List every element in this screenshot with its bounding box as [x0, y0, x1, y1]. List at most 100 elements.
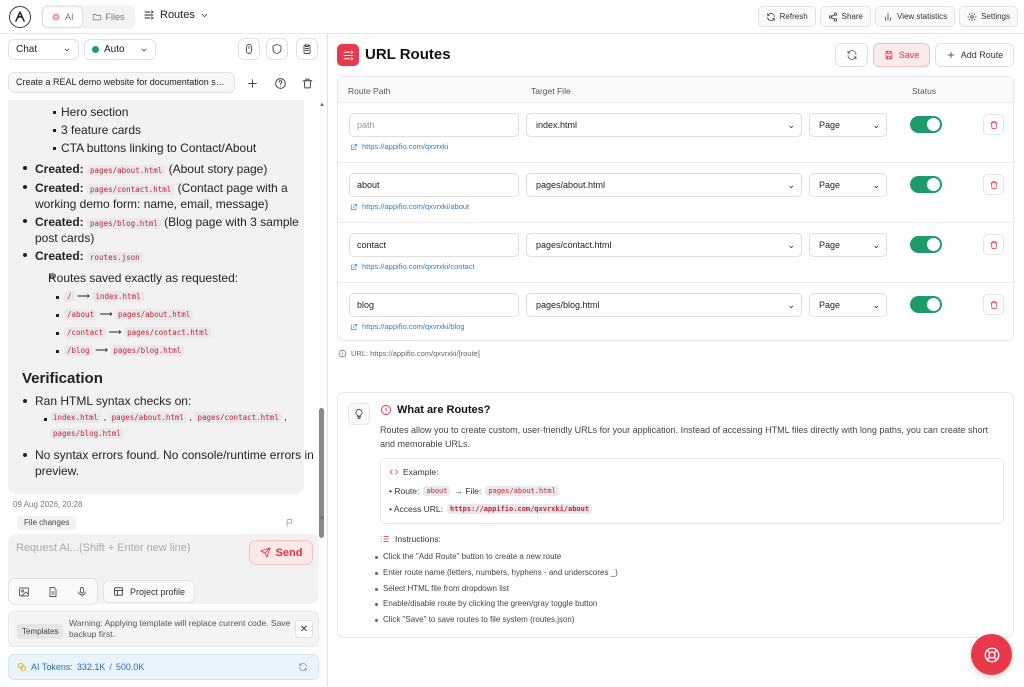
- mouse-icon[interactable]: [238, 38, 260, 60]
- clipboard-icon[interactable]: [296, 38, 318, 60]
- lightbulb-icon: [348, 403, 370, 425]
- close-icon[interactable]: ✕: [295, 620, 313, 638]
- flag-icon[interactable]: [285, 518, 295, 528]
- help-icon[interactable]: [271, 74, 289, 92]
- trash-icon[interactable]: [983, 294, 1004, 315]
- save-button[interactable]: Save: [873, 43, 930, 67]
- routes-panel: URL Routes Save Add Route Route Path Tar…: [328, 34, 1024, 687]
- scroll-down-icon[interactable]: ▼: [319, 516, 325, 522]
- scroll-up-icon[interactable]: ▲: [319, 102, 325, 108]
- route-url-link[interactable]: https://appifio.com/qxvrxki/contact: [350, 262, 475, 271]
- route-map-item: / ⟶ index.html: [64, 291, 144, 302]
- status-toggle[interactable]: [910, 116, 942, 133]
- external-link-icon: [350, 323, 358, 331]
- list-item-continued: working demo form: name, email, message): [35, 197, 269, 211]
- send-button[interactable]: Send: [249, 540, 313, 565]
- route-type-select[interactable]: Page ⌄: [809, 113, 887, 137]
- route-path-input[interactable]: blog: [349, 293, 519, 317]
- route-type-select[interactable]: Page ⌄: [809, 293, 887, 317]
- routes-menu[interactable]: Routes: [143, 9, 209, 21]
- route-path-code: /about: [64, 309, 98, 320]
- status-toggle[interactable]: [910, 176, 942, 193]
- route-path-input[interactable]: path: [349, 113, 519, 137]
- target-file-value: pages/blog.html: [536, 300, 600, 310]
- share-button[interactable]: Share: [819, 6, 871, 27]
- document-icon[interactable]: [38, 579, 67, 604]
- templates-badge[interactable]: Templates: [17, 624, 64, 639]
- created-label: Created:: [35, 215, 84, 229]
- example-box: Example: • Route: about → File: pages/about…: [380, 458, 1004, 524]
- trash-icon[interactable]: [298, 74, 316, 92]
- tab-files[interactable]: Files: [84, 7, 133, 27]
- bullet: [53, 111, 56, 114]
- image-icon[interactable]: [9, 579, 38, 604]
- support-lifebuoy-icon[interactable]: [971, 634, 1012, 675]
- file-code: pages/blog.html: [87, 218, 161, 229]
- send-label: Send: [275, 546, 303, 559]
- microphone-icon[interactable]: [68, 579, 97, 604]
- target-file-select[interactable]: pages/about.html ⌄: [526, 173, 802, 197]
- route-url-link[interactable]: https://appifio.com/qxvrxki: [350, 142, 448, 151]
- target-file-select[interactable]: index.html ⌄: [526, 113, 802, 137]
- checked-files: index.html , pages/about.html , pages/co…: [50, 412, 287, 423]
- status-toggle[interactable]: [910, 236, 942, 253]
- add-route-button[interactable]: Add Route: [935, 43, 1014, 67]
- coins-icon: [17, 662, 27, 672]
- route-file-code: pages/about.html: [115, 309, 194, 320]
- list-item: 3 feature cards: [61, 123, 142, 137]
- route-path-input[interactable]: about: [349, 173, 519, 197]
- routes-help-card: What are Routes? Routes allow you to cre…: [337, 392, 1014, 638]
- view-statistics-button[interactable]: View statistics: [875, 6, 956, 27]
- bullet: [56, 314, 59, 317]
- model-status-dot: [92, 46, 99, 53]
- project-profile-button[interactable]: Project profile: [103, 580, 196, 603]
- chevron-down-icon: ⌄: [872, 300, 880, 310]
- chat-sidebar: Chat Auto Create a REAL demo website for…: [0, 34, 328, 687]
- bullet: [53, 147, 56, 150]
- refresh-icon[interactable]: [298, 662, 308, 672]
- app-logo-icon[interactable]: [9, 6, 31, 28]
- page-title: URL Routes: [365, 46, 451, 63]
- conversation-title[interactable]: Create a REAL demo website for documenta…: [8, 72, 235, 93]
- list-item: Ran HTML syntax checks on:: [35, 394, 192, 408]
- add-route-label: Add Route: [960, 50, 1004, 60]
- instruction-item: Enable/disable route by clicking the gre…: [374, 599, 598, 608]
- plus-icon[interactable]: [243, 74, 261, 92]
- bullet: [56, 296, 59, 299]
- tab-ai[interactable]: AI: [43, 7, 82, 27]
- message-timestamp: 09 Aug 2026, 20:28: [13, 500, 83, 509]
- trash-icon[interactable]: [983, 174, 1004, 195]
- refresh-routes-button[interactable]: [835, 43, 868, 67]
- gear-icon: [967, 11, 977, 22]
- folder-icon: [92, 12, 102, 22]
- created-label: Created:: [35, 162, 84, 176]
- target-file-select[interactable]: pages/contact.html ⌄: [526, 233, 802, 257]
- shield-icon[interactable]: [266, 38, 288, 60]
- list-item: Created: pages/contact.html (Contact pag…: [35, 181, 288, 195]
- mode-select-value: Chat: [16, 44, 38, 55]
- file-changes-button[interactable]: File changes: [17, 516, 77, 530]
- refresh-button[interactable]: Refresh: [757, 6, 816, 27]
- settings-button[interactable]: Settings: [959, 6, 1018, 27]
- chat-scrollbar[interactable]: ▲ ▼: [318, 100, 325, 538]
- route-type-select[interactable]: Page ⌄: [809, 233, 887, 257]
- mode-select[interactable]: Chat: [8, 39, 79, 60]
- chat-input[interactable]: Request AI...(Shift + Enter new line): [16, 542, 191, 554]
- tokens-total: 500.0K: [115, 662, 145, 672]
- trash-icon[interactable]: [983, 114, 1004, 135]
- status-toggle[interactable]: [910, 296, 942, 313]
- file-prefix: → File:: [454, 486, 482, 496]
- route-url-link[interactable]: https://appifio.com/qxvrxki/blog: [350, 322, 465, 331]
- route-path-input[interactable]: contact: [349, 233, 519, 257]
- code-icon: [389, 467, 399, 477]
- bullet: [56, 332, 59, 335]
- trash-icon[interactable]: [983, 234, 1004, 255]
- route-url-link[interactable]: https://appifio.com/qxvrxki/about: [350, 202, 469, 211]
- bullet: [23, 253, 27, 257]
- target-file-select[interactable]: pages/blog.html ⌄: [526, 293, 802, 317]
- chat-messages[interactable]: Hero section 3 feature cards CTA buttons…: [8, 100, 314, 495]
- route-type-select[interactable]: Page ⌄: [809, 173, 887, 197]
- layout-icon: [113, 586, 124, 597]
- model-select[interactable]: Auto: [84, 39, 156, 60]
- created-label: Created:: [35, 181, 84, 195]
